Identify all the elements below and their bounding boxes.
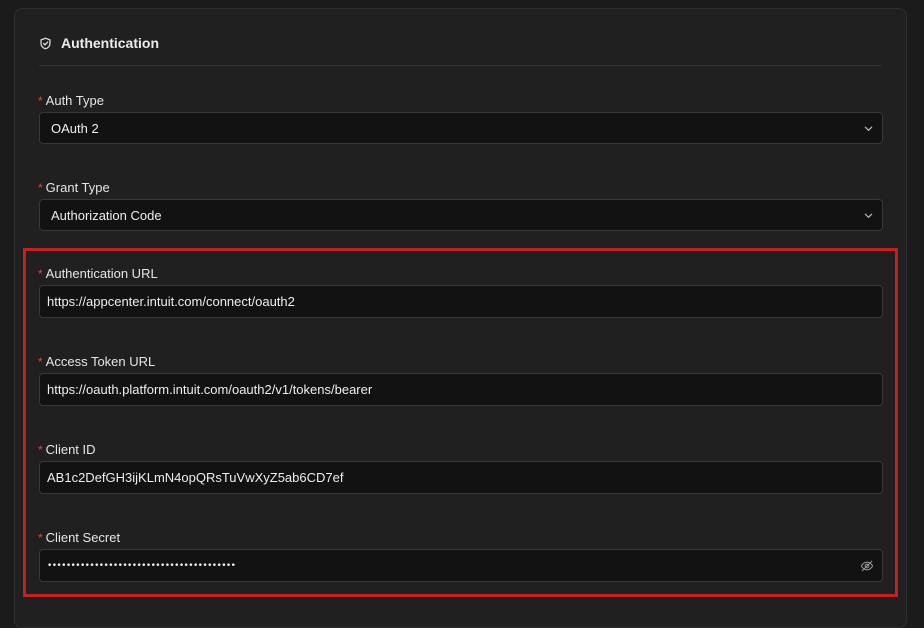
access-token-url-label: * Access Token URL bbox=[38, 354, 155, 369]
section-divider bbox=[39, 65, 882, 66]
authentication-url-value: https://appcenter.intuit.com/connect/oau… bbox=[47, 294, 295, 309]
required-marker: * bbox=[38, 530, 43, 545]
section-header: Authentication bbox=[39, 33, 159, 53]
access-token-url-label-text: Access Token URL bbox=[45, 354, 156, 369]
shield-check-icon bbox=[39, 37, 52, 50]
chevron-down-icon bbox=[863, 122, 874, 137]
access-token-url-input[interactable]: https://oauth.platform.intuit.com/oauth2… bbox=[39, 373, 883, 406]
required-marker: * bbox=[38, 93, 43, 108]
section-title: Authentication bbox=[61, 35, 159, 51]
client-secret-input[interactable]: •••••••••••••••••••••••••••••••••••••••• bbox=[39, 549, 883, 582]
required-marker: * bbox=[38, 354, 43, 369]
access-token-url-value: https://oauth.platform.intuit.com/oauth2… bbox=[47, 382, 373, 397]
client-secret-label-text: Client Secret bbox=[45, 530, 121, 545]
client-id-label-text: Client ID bbox=[45, 442, 96, 457]
grant-type-select[interactable]: Authorization Code bbox=[39, 199, 883, 231]
authentication-url-input[interactable]: https://appcenter.intuit.com/connect/oau… bbox=[39, 285, 883, 318]
required-marker: * bbox=[38, 442, 43, 457]
client-id-input[interactable]: AB1c2DefGH3ijKLmN4opQRsTuVwXyZ5ab6CD7ef bbox=[39, 461, 883, 494]
chevron-down-icon bbox=[863, 209, 874, 224]
auth-type-select[interactable]: OAuth 2 bbox=[39, 112, 883, 144]
authentication-url-label-text: Authentication URL bbox=[45, 266, 158, 281]
grant-type-label-text: Grant Type bbox=[45, 180, 110, 195]
eye-off-icon[interactable] bbox=[860, 559, 874, 576]
grant-type-label: * Grant Type bbox=[38, 180, 110, 195]
client-secret-label: * Client Secret bbox=[38, 530, 120, 545]
required-marker: * bbox=[38, 180, 43, 195]
grant-type-value: Authorization Code bbox=[51, 207, 162, 223]
auth-type-value: OAuth 2 bbox=[51, 120, 99, 136]
client-id-value: AB1c2DefGH3ijKLmN4opQRsTuVwXyZ5ab6CD7ef bbox=[47, 470, 344, 485]
auth-type-label-text: Auth Type bbox=[45, 93, 104, 108]
client-secret-value: •••••••••••••••••••••••••••••••••••••••• bbox=[47, 560, 236, 571]
required-marker: * bbox=[38, 266, 43, 281]
client-id-label: * Client ID bbox=[38, 442, 96, 457]
auth-type-label: * Auth Type bbox=[38, 93, 104, 108]
authentication-panel bbox=[14, 8, 907, 628]
authentication-url-label: * Authentication URL bbox=[38, 266, 158, 281]
